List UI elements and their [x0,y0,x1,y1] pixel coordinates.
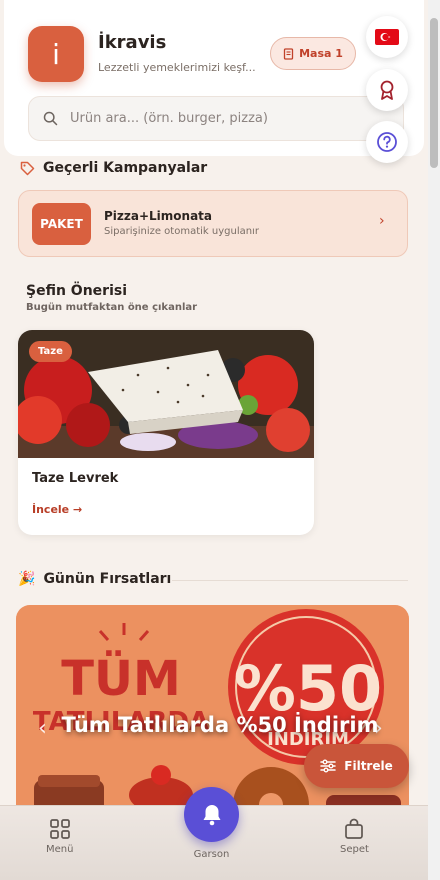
filter-button[interactable]: Filtrele [304,744,409,788]
nav-item-cart[interactable]: Sepet [340,818,369,855]
table-badge[interactable]: Masa 1 [270,37,356,70]
logo-letter: i [52,37,60,71]
grid-icon [49,819,70,839]
party-icon: 🎉 [18,571,36,587]
nav-item-menu[interactable]: Menü [46,818,73,855]
chevron-right-icon: › [379,213,385,229]
campaign-subtitle: Siparişinize otomatik uygulanır [104,226,259,237]
nav-menu-label: Menü [46,844,74,855]
inspect-link[interactable]: İncele → [32,503,82,516]
dish-name: Taze Levrek [32,471,119,486]
scrollbar-thumb[interactable] [430,18,438,168]
nav-waiter-label: Garson [193,849,230,860]
campaign-title: Pizza+Limonata [104,209,213,223]
search-bar[interactable] [28,96,404,141]
campaigns-heading: Geçerli Kampanyalar [20,160,207,176]
receipt-icon [283,47,294,60]
campaigns-heading-text: Geçerli Kampanyalar [43,160,208,176]
scrollbar[interactable] [428,0,440,880]
deals-heading-text: Günün Fırsatları [43,571,172,587]
turkey-flag-icon [375,29,399,45]
app-logo: i [28,26,84,82]
art-all: TÜM [61,650,180,707]
call-waiter-button[interactable] [184,787,239,842]
awards-button[interactable] [366,69,408,111]
sliders-icon [320,759,337,773]
table-label: Masa 1 [299,47,343,60]
chef-subheading: Bugün mutfaktan öne çıkanlar [26,302,198,313]
bell-icon [203,804,220,825]
search-input[interactable] [70,111,390,126]
campaign-card[interactable]: PAKET Pizza+Limonata Siparişinize otomat… [18,190,408,257]
header-card: i İkravis Lezzetli yemeklerimizi keşf...… [4,0,424,156]
tag-icon [20,161,35,175]
language-button[interactable] [366,16,408,58]
help-button[interactable] [366,121,408,163]
app-subtitle: Lezzetli yemeklerimizi keşf... [98,61,256,74]
campaign-badge: PAKET [32,203,91,245]
app-title: İkravis [98,32,167,53]
deals-heading: 🎉 Günün Fırsatları [18,571,171,587]
bag-icon [345,818,364,839]
search-icon [43,111,58,126]
chef-heading: Şefin Önerisi [26,283,127,299]
fresh-badge: Taze [29,341,72,362]
filter-label: Filtrele [344,759,393,773]
deal-banner-caption: Tüm Tatlılarda %50 İndirim [61,713,379,737]
nav-cart-label: Sepet [340,844,369,855]
award-icon [380,80,394,100]
help-icon [377,132,397,152]
deals-divider [172,580,408,581]
chef-card[interactable]: Taze Taze Levrek İncele → [18,330,314,535]
